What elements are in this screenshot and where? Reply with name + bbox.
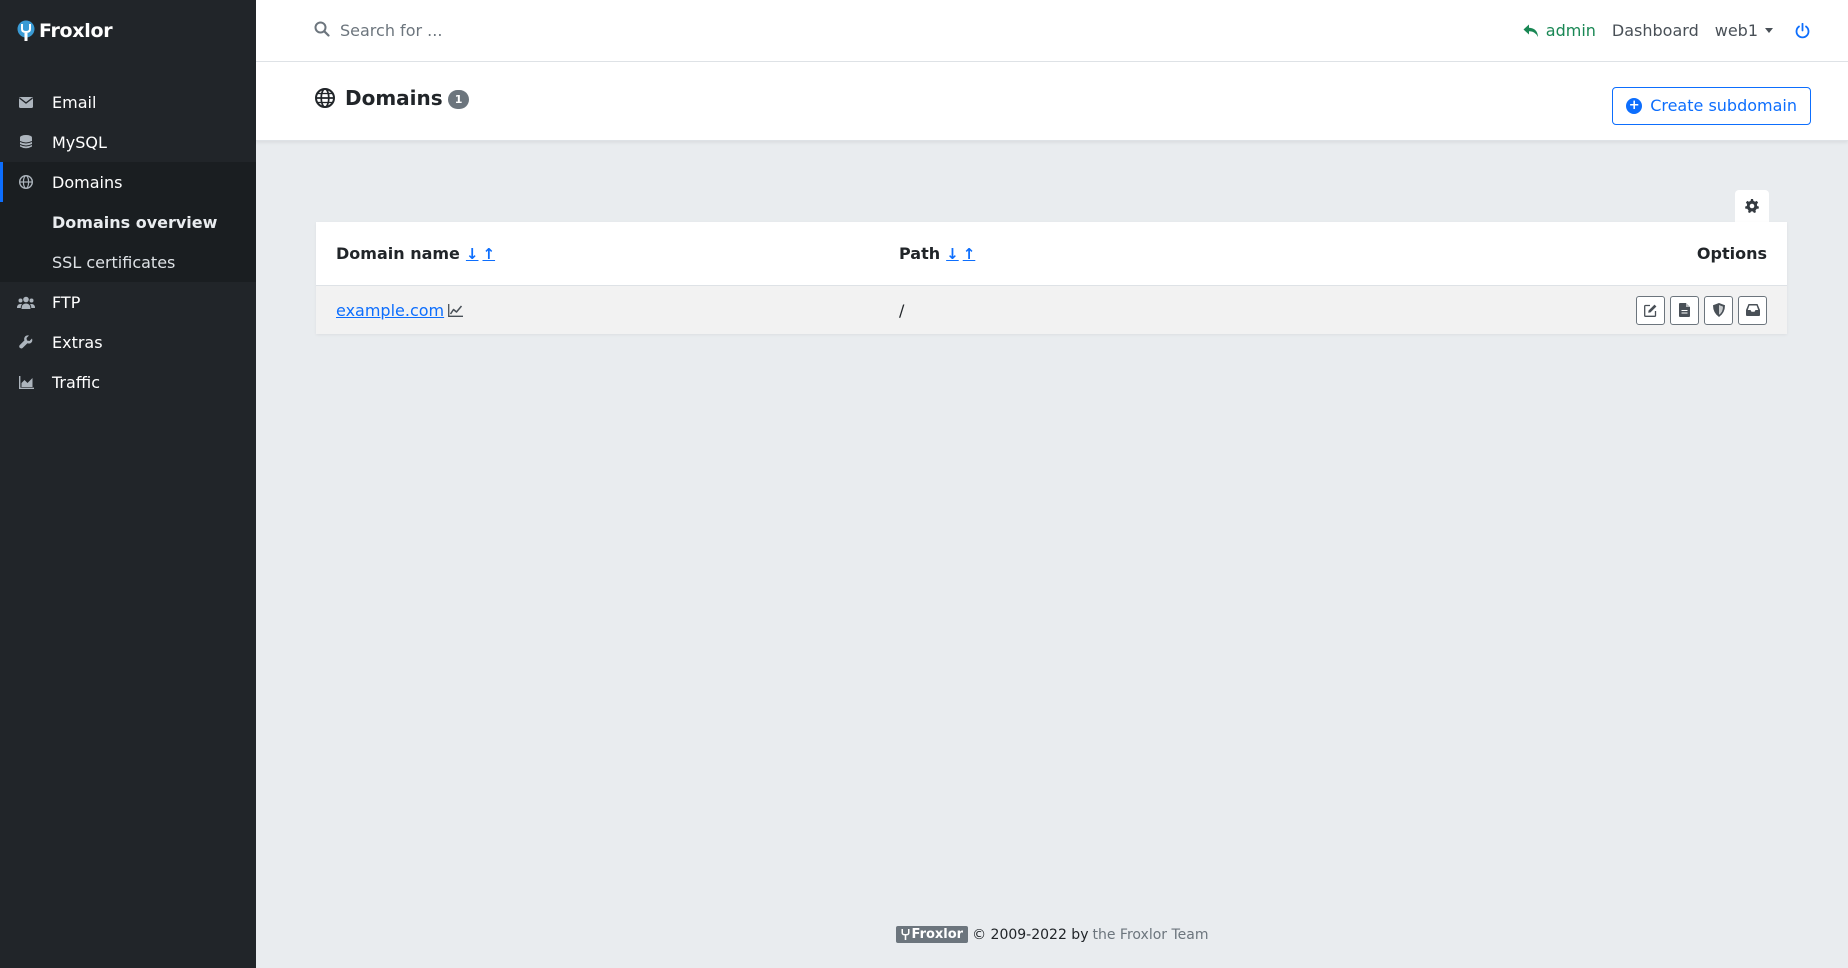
sort-desc-domain[interactable]: ↓	[466, 245, 479, 263]
column-header-domain: Domain name ↓ ↑	[336, 244, 495, 263]
brand-name: Froxlor	[39, 20, 113, 42]
footer-logo: Froxlor	[895, 926, 969, 943]
page-header: Domains 1 + Create subdomain	[256, 62, 1848, 141]
sidebar-item-mysql[interactable]: MySQL	[0, 122, 256, 162]
edit-icon	[1644, 304, 1657, 317]
sidebar: Froxlor Email MySQL Domains Domains over…	[0, 0, 256, 968]
search-icon	[314, 21, 330, 41]
gear-icon	[1745, 199, 1759, 213]
domains-table: Domain name ↓ ↑ Path ↓ ↑ Options example…	[316, 222, 1787, 334]
top-header: admin Dashboard web1	[256, 0, 1848, 62]
sidebar-item-label: Traffic	[52, 372, 101, 392]
sidebar-item-domains[interactable]: Domains	[0, 162, 256, 202]
search-input[interactable]	[340, 21, 740, 40]
admin-label: admin	[1545, 21, 1596, 40]
plus-circle-icon: +	[1626, 97, 1643, 114]
logfiles-button[interactable]	[1670, 295, 1699, 325]
column-header-options: Options	[1696, 244, 1767, 263]
create-subdomain-button[interactable]: + Create subdomain	[1612, 86, 1811, 125]
froxlor-logo-icon	[901, 929, 910, 940]
sidebar-item-label: FTP	[52, 292, 81, 312]
dashboard-link[interactable]: Dashboard	[1612, 21, 1699, 40]
caret-down-icon	[1765, 28, 1773, 33]
reply-arrow-icon	[1523, 24, 1539, 38]
domains-subnav: Domains overview SSL certificates	[0, 202, 256, 282]
switch-back-admin-link[interactable]: admin	[1523, 21, 1596, 40]
users-icon	[16, 292, 36, 312]
sidebar-item-ftp[interactable]: FTP	[0, 282, 256, 322]
chart-area-icon	[16, 372, 36, 392]
page-title-wrap: Domains 1	[315, 85, 470, 110]
chart-line-icon[interactable]	[448, 303, 464, 317]
page-title: Domains	[345, 85, 443, 110]
column-label: Path	[899, 244, 941, 263]
search-bar	[314, 21, 740, 41]
column-label: Domain name	[336, 244, 460, 263]
shield-icon	[1712, 303, 1725, 317]
brand-logo: Froxlor	[16, 20, 113, 42]
sidebar-item-label: Email	[52, 92, 97, 112]
options-cell	[1636, 295, 1767, 325]
brand[interactable]: Froxlor	[0, 0, 256, 62]
sidebar-item-label: Extras	[52, 332, 103, 352]
sidebar-item-extras[interactable]: Extras	[0, 322, 256, 362]
footer-copyright: © 2009-2022 by	[972, 926, 1089, 943]
user-label: web1	[1714, 21, 1758, 40]
ssl-button[interactable]	[1704, 295, 1733, 325]
sidebar-item-label: Domains	[52, 172, 123, 192]
header-actions: admin Dashboard web1	[1507, 21, 1810, 40]
sidebar-subitem-ssl-certificates[interactable]: SSL certificates	[0, 242, 256, 282]
file-icon	[1679, 303, 1690, 317]
create-subdomain-label: Create subdomain	[1650, 96, 1797, 115]
domain-link[interactable]: example.com	[336, 301, 444, 320]
database-icon	[16, 132, 36, 152]
sidebar-item-label: MySQL	[52, 132, 107, 152]
envelope-icon	[16, 92, 36, 112]
edit-button[interactable]	[1636, 295, 1665, 325]
domain-cell: example.com	[336, 301, 464, 320]
count-badge: 1	[447, 89, 470, 109]
footer: Froxlor © 2009-2022 by the Froxlor Team	[256, 926, 1848, 943]
froxlor-logo-icon	[17, 20, 35, 41]
wrench-icon	[16, 332, 36, 352]
sidebar-item-traffic[interactable]: Traffic	[0, 362, 256, 402]
froxlor-team-link[interactable]: the Froxlor Team	[1092, 927, 1208, 943]
inbox-drive-icon	[1745, 304, 1760, 316]
globe-icon	[16, 172, 36, 192]
sidebar-subitem-domains-overview[interactable]: Domains overview	[0, 202, 256, 242]
table-header: Domain name ↓ ↑ Path ↓ ↑ Options	[316, 222, 1787, 286]
sort-asc-domain[interactable]: ↑	[482, 245, 495, 263]
globe-icon	[315, 87, 335, 108]
power-icon[interactable]	[1795, 22, 1810, 39]
sidebar-nav: Email MySQL Domains Domains overview SSL…	[0, 82, 256, 402]
sort-asc-path[interactable]: ↑	[963, 245, 976, 263]
sort-desc-path[interactable]: ↓	[946, 245, 959, 263]
sidebar-item-email[interactable]: Email	[0, 82, 256, 122]
column-header-path: Path ↓ ↑	[899, 244, 975, 263]
table-row: example.com /	[316, 286, 1787, 334]
footer-logo-text: Froxlor	[911, 927, 964, 942]
table-settings-button[interactable]	[1735, 190, 1769, 222]
user-menu-dropdown[interactable]: web1	[1715, 21, 1773, 40]
webroot-button[interactable]	[1738, 295, 1767, 325]
path-cell: /	[899, 300, 905, 320]
